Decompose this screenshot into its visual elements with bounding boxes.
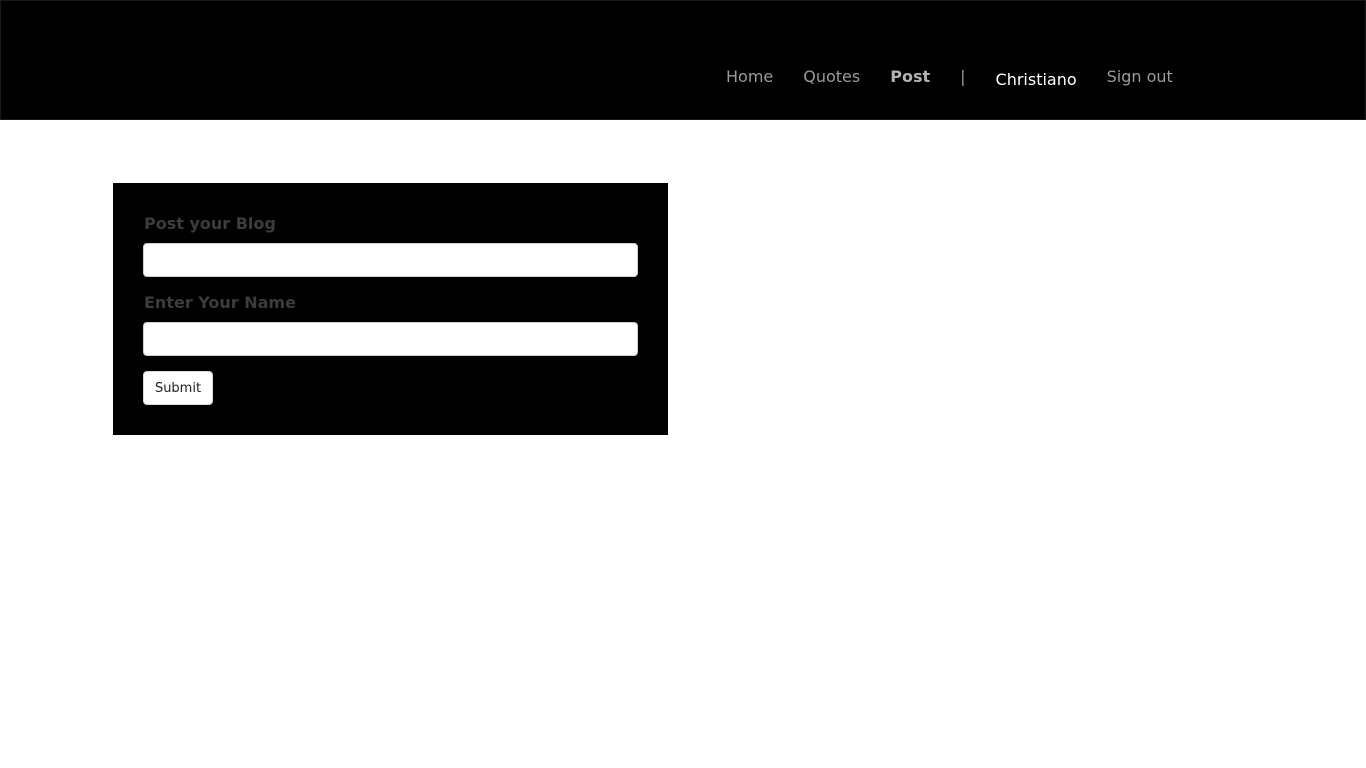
name-field-label: Enter Your Name [144, 293, 296, 312]
nav-separator: | [960, 66, 966, 86]
submit-button[interactable]: Submit [143, 371, 213, 405]
blog-field-label: Post your Blog [144, 214, 276, 233]
nav-links: Home Quotes Post | Christiano Sign out [726, 63, 1173, 89]
blog-input[interactable] [143, 243, 638, 277]
nav-post-link[interactable]: Post [890, 67, 930, 86]
nav-quotes-link[interactable]: Quotes [803, 67, 860, 86]
nav-username: Christiano [995, 69, 1077, 89]
name-input[interactable] [143, 322, 638, 356]
nav-signout-link[interactable]: Sign out [1107, 67, 1173, 86]
nav-home-link[interactable]: Home [726, 67, 773, 86]
post-blog-form: Post your Blog Enter Your Name Submit [113, 183, 668, 435]
top-navbar: Home Quotes Post | Christiano Sign out [0, 0, 1366, 120]
